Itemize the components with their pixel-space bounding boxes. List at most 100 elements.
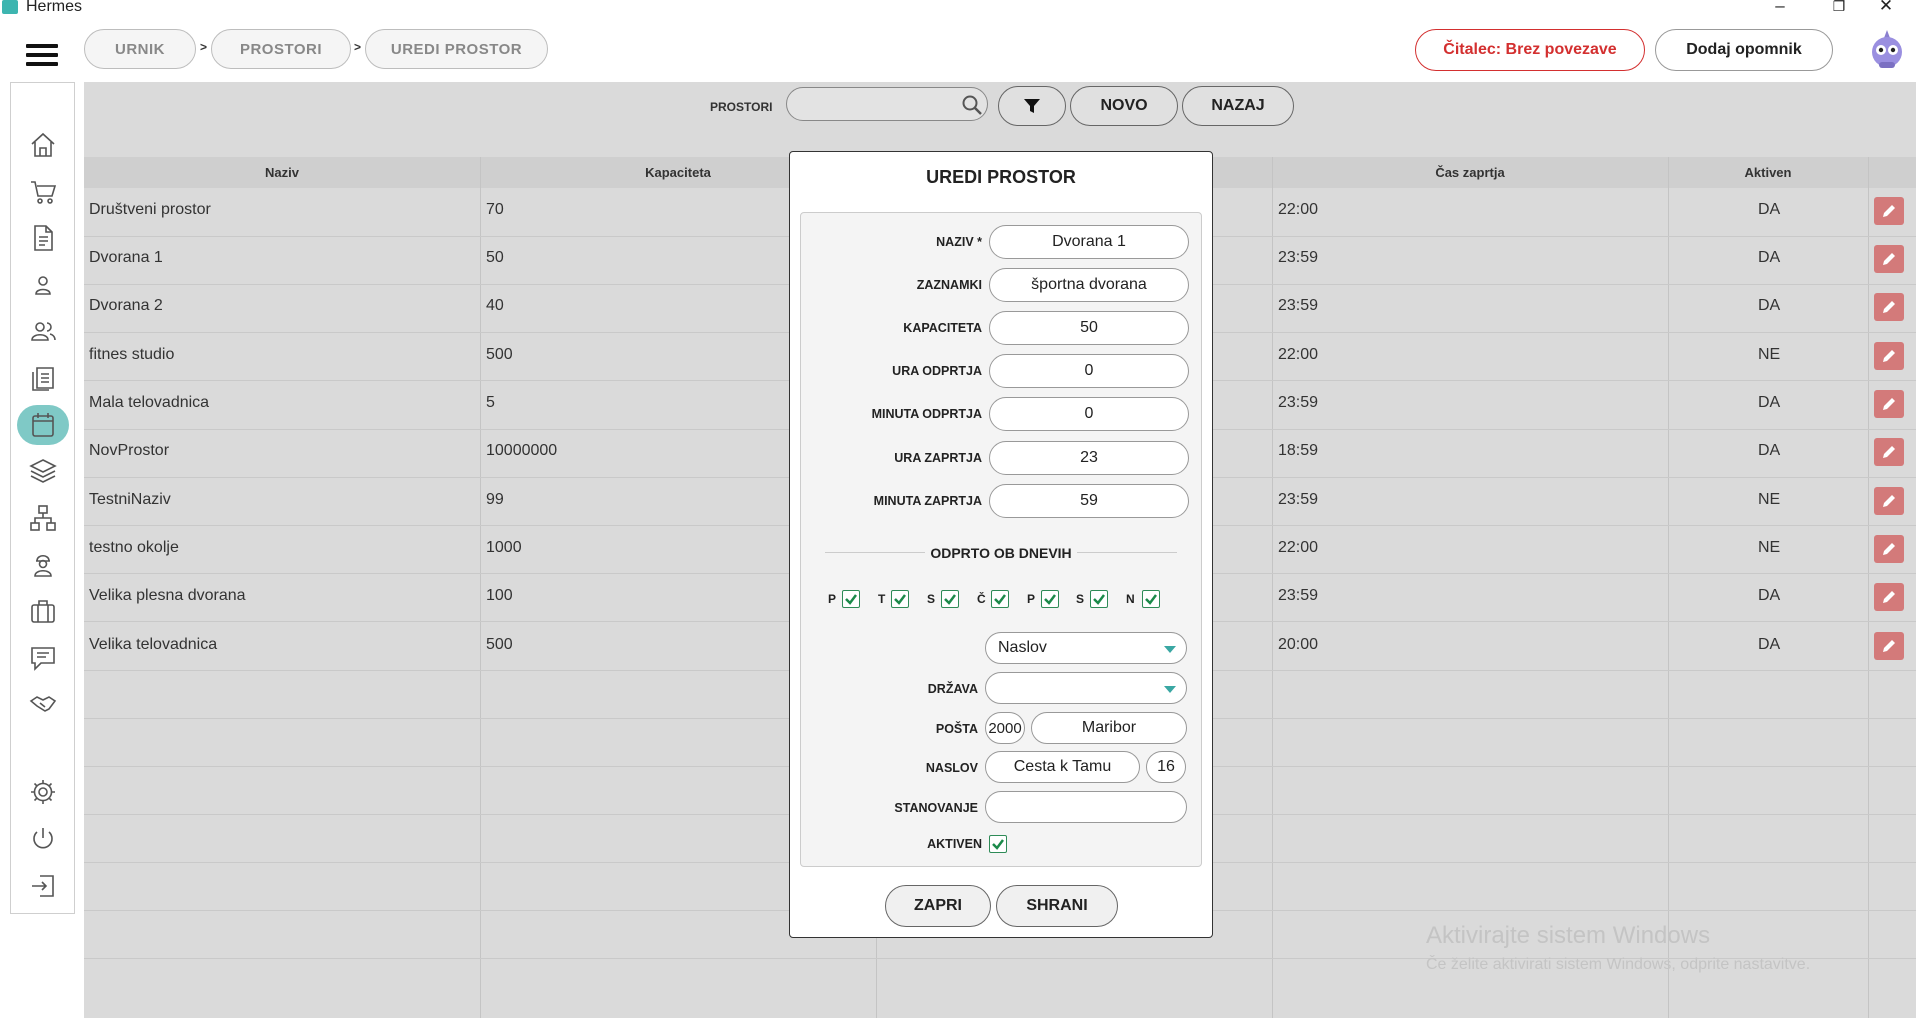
handshake-icon[interactable]	[27, 688, 59, 720]
cell-aktiven[interactable]: DA	[1758, 297, 1780, 315]
posta-city-input[interactable]: Maribor	[1031, 712, 1187, 744]
hierarchy-icon[interactable]	[27, 502, 59, 534]
house-number-input[interactable]: 16	[1146, 751, 1186, 783]
save-button[interactable]: SHRANI	[996, 885, 1118, 927]
menu-icon[interactable]	[26, 44, 58, 66]
cart-icon[interactable]	[27, 176, 59, 208]
cell-kapaciteta[interactable]: 500	[486, 346, 513, 364]
cell-aktiven[interactable]: DA	[1758, 442, 1780, 460]
cell-cas[interactable]: 22:00	[1278, 346, 1318, 364]
cell-cas[interactable]: 22:00	[1278, 539, 1318, 557]
minuta-zaprtja-input[interactable]: 59	[989, 484, 1189, 518]
cell-cas[interactable]: 23:59	[1278, 394, 1318, 412]
header-naziv[interactable]: Naziv	[84, 165, 480, 180]
list-icon[interactable]	[27, 362, 59, 394]
cell-naziv[interactable]: fitnes studio	[89, 346, 174, 364]
edit-button[interactable]	[1874, 438, 1904, 466]
cell-kapaciteta[interactable]: 10000000	[486, 442, 557, 460]
cell-aktiven[interactable]: NE	[1758, 346, 1780, 364]
day-checkbox[interactable]	[1041, 590, 1059, 608]
cell-aktiven[interactable]: DA	[1758, 394, 1780, 412]
user-avatar-icon[interactable]	[1867, 28, 1907, 72]
aktiven-checkbox[interactable]	[989, 835, 1007, 853]
cell-cas[interactable]: 20:00	[1278, 636, 1318, 654]
day-checkbox[interactable]	[1142, 590, 1160, 608]
cell-cas[interactable]: 23:59	[1278, 491, 1318, 509]
cell-aktiven[interactable]: DA	[1758, 201, 1780, 219]
users-icon[interactable]	[27, 315, 59, 347]
naziv-input[interactable]: Dvorana 1	[989, 225, 1189, 259]
breadcrumb-prostori[interactable]: PROSTORI	[211, 29, 351, 69]
drzava-select[interactable]	[985, 672, 1187, 704]
briefcase-icon[interactable]	[27, 595, 59, 627]
logout-icon[interactable]	[27, 870, 59, 902]
worker-icon[interactable]	[27, 548, 59, 580]
layers-icon[interactable]	[27, 455, 59, 487]
cell-naziv[interactable]: Velika plesna dvorana	[89, 587, 246, 605]
edit-button[interactable]	[1874, 535, 1904, 563]
minimize-button[interactable]: –	[1768, 0, 1792, 16]
user-icon[interactable]	[27, 269, 59, 301]
edit-button[interactable]	[1874, 342, 1904, 370]
cell-cas[interactable]: 23:59	[1278, 587, 1318, 605]
ura-odprtja-input[interactable]: 0	[989, 354, 1189, 388]
cell-naziv[interactable]: testno okolje	[89, 539, 179, 557]
cell-naziv[interactable]: Društveni prostor	[89, 201, 211, 219]
cell-naziv[interactable]: Dvorana 1	[89, 249, 163, 267]
cell-cas[interactable]: 23:59	[1278, 297, 1318, 315]
day-checkbox[interactable]	[842, 590, 860, 608]
header-aktiven[interactable]: Aktiven	[1668, 165, 1868, 180]
day-checkbox[interactable]	[991, 590, 1009, 608]
close-button[interactable]: ZAPRI	[885, 885, 991, 927]
edit-button[interactable]	[1874, 245, 1904, 273]
search-icon[interactable]	[961, 94, 983, 116]
cell-aktiven[interactable]: NE	[1758, 539, 1780, 557]
ura-zaprtja-input[interactable]: 23	[989, 441, 1189, 475]
day-checkbox[interactable]	[1090, 590, 1108, 608]
day-checkbox[interactable]	[941, 590, 959, 608]
cell-aktiven[interactable]: NE	[1758, 491, 1780, 509]
edit-button[interactable]	[1874, 487, 1904, 515]
cell-kapaciteta[interactable]: 500	[486, 636, 513, 654]
document-icon[interactable]	[27, 222, 59, 254]
edit-button[interactable]	[1874, 390, 1904, 418]
edit-button[interactable]	[1874, 293, 1904, 321]
cell-aktiven[interactable]: DA	[1758, 636, 1780, 654]
cell-kapaciteta[interactable]: 1000	[486, 539, 522, 557]
cell-naziv[interactable]: Velika telovadnica	[89, 636, 217, 654]
cell-naziv[interactable]: TestniNaziv	[89, 491, 171, 509]
calendar-icon[interactable]	[27, 409, 59, 441]
cell-kapaciteta[interactable]: 99	[486, 491, 504, 509]
novo-button[interactable]: NOVO	[1070, 86, 1178, 126]
cell-naziv[interactable]: Dvorana 2	[89, 297, 163, 315]
cell-naziv[interactable]: NovProstor	[89, 442, 169, 460]
home-icon[interactable]	[27, 129, 59, 161]
posta-code-input[interactable]: 2000	[985, 712, 1025, 744]
edit-button[interactable]	[1874, 632, 1904, 660]
cell-cas[interactable]: 18:59	[1278, 442, 1318, 460]
cell-kapaciteta[interactable]: 5	[486, 394, 495, 412]
reader-status-button[interactable]: Čitalec: Brez povezave	[1415, 29, 1645, 71]
minuta-odprtja-input[interactable]: 0	[989, 397, 1189, 431]
cell-kapaciteta[interactable]: 70	[486, 201, 504, 219]
cell-kapaciteta[interactable]: 40	[486, 297, 504, 315]
naslov-select[interactable]: Naslov	[985, 632, 1187, 664]
chat-icon[interactable]	[27, 642, 59, 674]
cell-kapaciteta[interactable]: 100	[486, 587, 513, 605]
cell-aktiven[interactable]: DA	[1758, 249, 1780, 267]
breadcrumb-uredi-prostor[interactable]: UREDI PROSTOR	[365, 29, 548, 69]
cell-naziv[interactable]: Mala telovadnica	[89, 394, 209, 412]
nazaj-button[interactable]: NAZAJ	[1182, 86, 1294, 126]
kapaciteta-input[interactable]: 50	[989, 311, 1189, 345]
street-input[interactable]: Cesta k Tamu	[985, 751, 1140, 783]
filter-button[interactable]	[998, 86, 1066, 126]
cell-aktiven[interactable]: DA	[1758, 587, 1780, 605]
power-icon[interactable]	[27, 823, 59, 855]
close-window-button[interactable]: ✕	[1874, 0, 1898, 16]
edit-button[interactable]	[1874, 197, 1904, 225]
zaznamki-input[interactable]: športna dvorana	[989, 268, 1189, 302]
restore-button[interactable]: ❐	[1827, 0, 1851, 15]
add-reminder-button[interactable]: Dodaj opomnik	[1655, 29, 1833, 71]
stanovanje-input[interactable]	[985, 791, 1187, 823]
cell-kapaciteta[interactable]: 50	[486, 249, 504, 267]
